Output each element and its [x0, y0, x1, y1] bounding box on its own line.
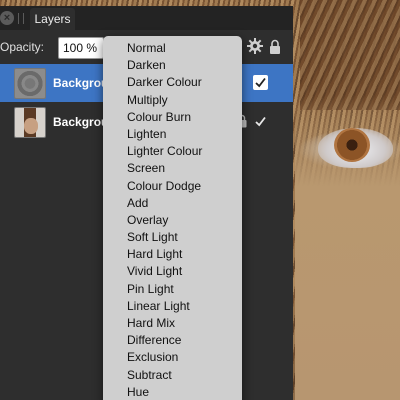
- blend-mode-screen[interactable]: Screen: [103, 160, 242, 177]
- blend-mode-soft-light[interactable]: Soft Light: [103, 229, 242, 246]
- blend-mode-normal[interactable]: Normal: [103, 40, 242, 57]
- blend-mode-colour-burn[interactable]: Colour Burn: [103, 109, 242, 126]
- blend-mode-add[interactable]: Add: [103, 195, 242, 212]
- layer-thumbnail: [14, 107, 46, 138]
- lock-icon[interactable]: [269, 39, 281, 54]
- blend-mode-darker-colour[interactable]: Darker Colour: [103, 74, 242, 91]
- blend-mode-hard-light[interactable]: Hard Light: [103, 246, 242, 263]
- blend-mode-lighten[interactable]: Lighten: [103, 126, 242, 143]
- blend-mode-pin-light[interactable]: Pin Light: [103, 281, 242, 298]
- layer-thumbnail: [14, 68, 46, 99]
- checkbox-icon[interactable]: [253, 75, 268, 90]
- close-icon[interactable]: ×: [0, 11, 14, 25]
- blend-mode-difference[interactable]: Difference: [103, 332, 242, 349]
- opacity-input[interactable]: 100 %: [58, 37, 104, 59]
- blend-mode-lighter-colour[interactable]: Lighter Colour: [103, 143, 242, 160]
- opacity-label: Opacity:: [0, 40, 45, 54]
- blend-mode-overlay[interactable]: Overlay: [103, 212, 242, 229]
- blend-mode-hue[interactable]: Hue: [103, 384, 242, 400]
- checkmark-icon[interactable]: [253, 114, 268, 129]
- blend-mode-vivid-light[interactable]: Vivid Light: [103, 263, 242, 280]
- gear-icon[interactable]: [247, 38, 263, 54]
- blend-mode-dropdown: Normal Darken Darker Colour Multiply Col…: [103, 36, 242, 400]
- photo-hair: [300, 0, 400, 110]
- blend-mode-colour-dodge[interactable]: Colour Dodge: [103, 178, 242, 195]
- layer-name: Backgrou: [53, 115, 109, 129]
- blend-mode-linear-light[interactable]: Linear Light: [103, 298, 242, 315]
- panel-tab-bar: × Layers: [0, 6, 293, 30]
- tab-layers[interactable]: Layers: [30, 8, 75, 30]
- blend-mode-hard-mix[interactable]: Hard Mix: [103, 315, 242, 332]
- blend-mode-darken[interactable]: Darken: [103, 57, 242, 74]
- blend-mode-exclusion[interactable]: Exclusion: [103, 349, 242, 366]
- grip-icon[interactable]: [18, 13, 24, 24]
- blend-mode-subtract[interactable]: Subtract: [103, 367, 242, 384]
- blend-mode-multiply[interactable]: Multiply: [103, 92, 242, 109]
- photo-iris: [334, 128, 370, 162]
- layer-name: Backgrou: [53, 76, 109, 90]
